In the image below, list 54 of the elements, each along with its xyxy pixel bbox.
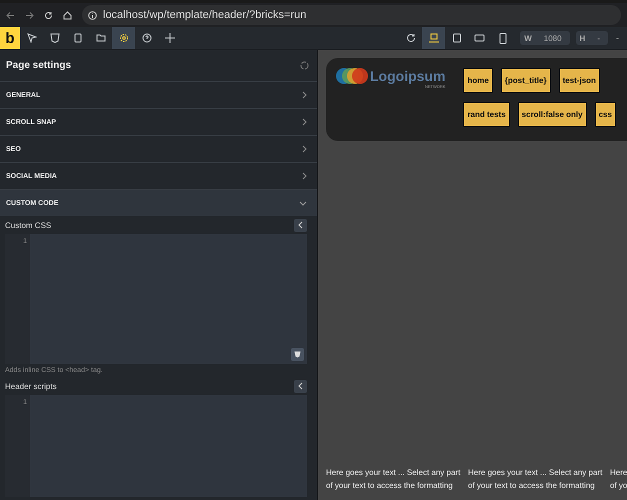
url-text: localhost/wp/template/header/?bricks=run bbox=[103, 9, 306, 21]
forward-icon[interactable] bbox=[25, 10, 34, 20]
collapse-button[interactable] bbox=[294, 380, 307, 392]
landscape-tablet-icon bbox=[474, 33, 486, 43]
shield-icon bbox=[50, 33, 60, 43]
folder-icon bbox=[96, 33, 106, 43]
device-button[interactable] bbox=[422, 27, 446, 49]
tablet-icon bbox=[452, 33, 462, 43]
collapse-button[interactable] bbox=[294, 218, 307, 232]
reload-icon[interactable] bbox=[44, 10, 53, 20]
laptop-icon bbox=[428, 33, 439, 43]
height-field[interactable]: H - bbox=[576, 31, 608, 45]
chevron-right-icon bbox=[302, 118, 307, 126]
chevron-left-icon bbox=[298, 221, 303, 229]
logo-text: Logoipsum bbox=[370, 68, 446, 84]
body-text: of your text to access the formatting bbox=[326, 480, 453, 492]
extra-value: - bbox=[616, 33, 619, 43]
chevron-right-icon bbox=[302, 91, 307, 99]
chevron-right-icon bbox=[302, 172, 307, 180]
nav-button[interactable]: {post_title} bbox=[500, 68, 551, 93]
nav-button[interactable]: home bbox=[463, 68, 493, 93]
toolbar-button[interactable] bbox=[112, 27, 135, 49]
chevron-left-icon bbox=[298, 382, 303, 390]
body-text: Here goes your text ... Select any part bbox=[326, 467, 460, 479]
body-text: of yo bbox=[610, 480, 627, 492]
help-icon bbox=[142, 33, 152, 43]
pointer-icon bbox=[26, 33, 36, 43]
field-label: Custom CSS bbox=[5, 220, 52, 230]
home-icon[interactable] bbox=[63, 10, 72, 20]
plus-icon bbox=[164, 33, 174, 43]
nav-button[interactable]: test-json bbox=[558, 68, 600, 93]
shield-icon bbox=[294, 351, 301, 358]
body-text: of your text to access the formatting bbox=[468, 480, 595, 492]
nav-button[interactable]: rand tests bbox=[463, 102, 510, 127]
pages-icon bbox=[72, 33, 82, 43]
width-field[interactable]: W 1080 bbox=[520, 31, 570, 45]
shield-button[interactable] bbox=[291, 348, 304, 361]
reset-icon[interactable] bbox=[300, 61, 309, 70]
phone-icon bbox=[498, 32, 507, 44]
nav-button[interactable]: css bbox=[594, 102, 616, 127]
chevron-down-icon bbox=[299, 200, 307, 206]
nav-button[interactable]: scroll:false only bbox=[518, 102, 587, 127]
settings-icon bbox=[118, 33, 128, 43]
info-icon bbox=[88, 10, 97, 20]
body-text: Here goes your text ... Select any part bbox=[468, 467, 602, 479]
field-label: Header scripts bbox=[5, 382, 57, 390]
chevron-right-icon bbox=[302, 145, 307, 153]
body-text: Here bbox=[610, 467, 627, 479]
logo-circles-icon bbox=[336, 68, 368, 84]
brand-logo[interactable]: b bbox=[0, 27, 20, 49]
address-bar[interactable]: localhost/wp/template/header/?bricks=run bbox=[82, 5, 621, 25]
panel-title: Page settings bbox=[6, 60, 72, 71]
refresh-icon bbox=[406, 33, 416, 43]
back-icon[interactable] bbox=[6, 10, 15, 20]
